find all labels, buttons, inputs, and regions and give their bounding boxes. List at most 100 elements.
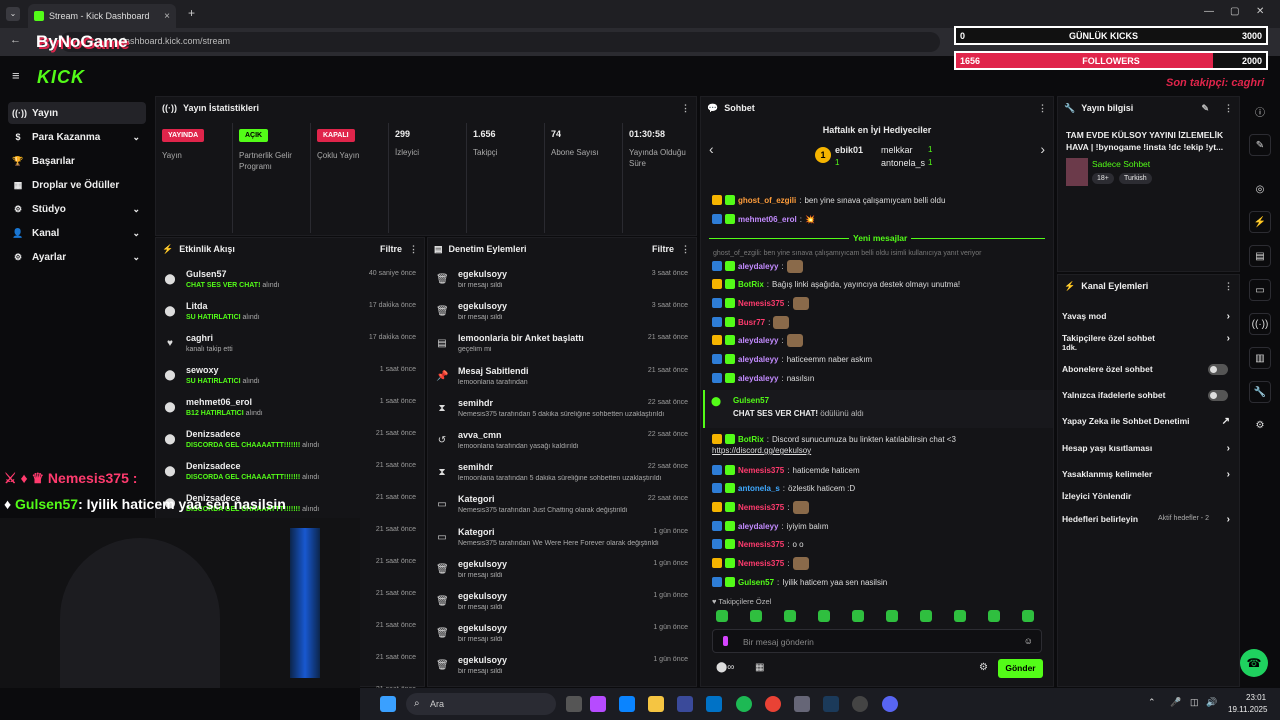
sidebar-item-studyo[interactable]: ⚙ Stüdyo ⌄ <box>8 198 146 220</box>
notes-icon[interactable]: ▤ <box>1249 245 1271 267</box>
points-icon[interactable]: ⬤∞ <box>716 662 734 673</box>
chat-username[interactable]: aleydaleyy <box>738 522 778 531</box>
discord-icon[interactable] <box>882 696 898 712</box>
emote-icon[interactable] <box>852 610 864 622</box>
steam-icon[interactable] <box>823 696 839 712</box>
emote-icon[interactable] <box>784 610 796 622</box>
clock-date[interactable]: 19.11.2025 <box>1228 705 1267 714</box>
send-button[interactable]: Gönder <box>998 659 1043 678</box>
channel-action-item[interactable]: Hesap yaşı kısıtlaması › <box>1062 443 1232 457</box>
channel-action-item[interactable]: Yapay Zeka ile Sohbet Denetimi ↗ <box>1062 416 1232 430</box>
sidebar-item-basarilar[interactable]: 🏆 Başarılar <box>8 150 146 172</box>
store-icon[interactable] <box>677 696 693 712</box>
chat-username[interactable]: BotRix <box>738 435 764 444</box>
chat-input[interactable]: Bir mesaj gönderin ☺ <box>712 629 1042 653</box>
chat-username[interactable]: aleydaleyy <box>738 374 778 383</box>
windows-start-icon[interactable] <box>380 696 396 712</box>
broadcast-icon[interactable]: ((·)) <box>1249 313 1271 335</box>
activity-user[interactable]: Denizsadece <box>186 461 241 471</box>
category-name[interactable]: Sadece Sohbet <box>1092 159 1150 169</box>
emote-icon[interactable] <box>716 610 728 622</box>
hamburger-menu-icon[interactable]: ≡ <box>12 68 20 83</box>
emoji-icon[interactable]: ☺ <box>1024 636 1033 646</box>
taskbar-search[interactable]: ⌕ Ara <box>406 693 556 715</box>
tray-arrow-icon[interactable]: ⌃ <box>1148 697 1156 708</box>
clock-time[interactable]: 23:01 <box>1246 693 1266 702</box>
channel-action-item[interactable]: İzleyici Yönlendir <box>1062 491 1232 505</box>
emote-icon[interactable] <box>920 610 932 622</box>
chat-icon[interactable]: ▭ <box>1249 279 1271 301</box>
more-options-icon[interactable]: ⋮ <box>681 244 690 255</box>
activity-user[interactable]: sewoxy <box>186 365 219 375</box>
chat-username[interactable]: aleydaleyy <box>738 336 778 345</box>
emote-icon[interactable] <box>750 610 762 622</box>
chat-username[interactable]: antonela_s <box>738 484 780 493</box>
tab-kick-dashboard[interactable]: Stream - Kick Dashboard × <box>28 4 176 28</box>
chevron-right-icon[interactable]: › <box>1040 141 1045 157</box>
network-icon[interactable]: ◫ <box>1190 697 1199 708</box>
more-options-icon[interactable]: ⋮ <box>1224 103 1233 114</box>
chat-username[interactable]: Busr77 <box>738 318 765 327</box>
chat-username[interactable]: BotRix <box>738 280 764 289</box>
tag-chip[interactable]: Turkish <box>1119 173 1152 184</box>
more-options-icon[interactable]: ⋮ <box>681 103 690 114</box>
sidebar-item-ayarlar[interactable]: ⚙ Ayarlar ⌄ <box>8 246 146 268</box>
lightning-icon[interactable]: ⚡ <box>1249 211 1271 233</box>
crosshair-icon[interactable]: ◎ <box>1249 178 1271 200</box>
maximize-icon[interactable]: ▢ <box>1230 6 1239 17</box>
emote-icon[interactable] <box>954 610 966 622</box>
chat-username[interactable]: ghost_of_ezgili <box>738 196 796 205</box>
new-tab-icon[interactable]: + <box>188 6 195 20</box>
chat-username[interactable]: Nemesis375 <box>738 559 784 568</box>
outlook-icon[interactable] <box>706 696 722 712</box>
sidebar-item-para-kazanma[interactable]: $ Para Kazanma ⌄ <box>8 126 146 148</box>
emote-icon[interactable] <box>988 610 1000 622</box>
emote-icon[interactable] <box>1022 610 1034 622</box>
url-field[interactable]: dashboard.kick.com/stream <box>60 32 940 52</box>
channel-action-item[interactable]: Yavaş mod › <box>1062 311 1232 325</box>
minimize-icon[interactable]: — <box>1204 6 1214 17</box>
chat-username[interactable]: aleydaleyy <box>738 262 778 271</box>
emote-icon[interactable] <box>886 610 898 622</box>
sidebar-item-droplar[interactable]: ▦ Droplar ve Ödüller <box>8 174 146 196</box>
toggle-switch[interactable] <box>1208 390 1228 401</box>
chat-username[interactable]: Gulsen57 <box>738 578 774 587</box>
wrench-icon[interactable]: 🔧 <box>1249 381 1271 403</box>
activity-user[interactable]: Gulsen57 <box>186 269 227 279</box>
chat-settings-icon[interactable]: ⚙ <box>979 662 988 673</box>
edit-icon[interactable]: ✎ <box>1249 134 1271 156</box>
obs-icon[interactable] <box>852 696 868 712</box>
filter-button[interactable]: Filtre <box>380 244 402 254</box>
close-window-icon[interactable]: ✕ <box>1256 6 1264 17</box>
activity-user[interactable]: caghri <box>186 333 213 343</box>
filter-button[interactable]: Filtre <box>652 244 674 254</box>
activity-user[interactable]: Denizsadece <box>186 429 241 439</box>
mic-icon[interactable]: 🎤 <box>1170 697 1181 708</box>
file-explorer-icon[interactable] <box>648 696 664 712</box>
channel-action-item[interactable]: Takipçilere özel sohbet 1dk. › <box>1062 333 1232 352</box>
edge-icon[interactable] <box>619 696 635 712</box>
store-icon[interactable]: ▦ <box>755 662 764 673</box>
gear-icon[interactable]: ⚙ <box>1249 414 1271 436</box>
chrome-icon[interactable] <box>765 696 781 712</box>
chat-username[interactable]: mehmet06_erol <box>738 215 797 224</box>
chevron-left-icon[interactable]: ‹ <box>709 141 714 157</box>
volume-icon[interactable]: 🔊 <box>1206 697 1217 708</box>
tag-chip[interactable]: 18+ <box>1092 173 1114 184</box>
help-chat-button[interactable]: ☎ <box>1240 649 1268 677</box>
channel-action-item[interactable]: Yasaklanmış kelimeler › <box>1062 469 1232 483</box>
sidebar-item-kanal[interactable]: 👤 Kanal ⌄ <box>8 222 146 244</box>
spotify-icon[interactable] <box>736 696 752 712</box>
app-icon[interactable] <box>794 696 810 712</box>
chat-username[interactable]: aleydaleyy <box>738 355 778 364</box>
task-view-icon[interactable] <box>566 696 582 712</box>
sidebar-item-yayin[interactable]: ((·)) Yayın <box>8 102 146 124</box>
more-options-icon[interactable]: ⋮ <box>1038 103 1047 114</box>
chat-username[interactable]: Nemesis375 <box>738 466 784 475</box>
back-icon[interactable]: ← <box>10 34 21 46</box>
channel-action-item[interactable]: Abonelere özel sohbet <box>1062 364 1232 378</box>
info-icon[interactable]: ⓘ <box>1249 100 1271 122</box>
channel-action-item[interactable]: Hedefleri belirleyin Aktif hedefler - 2 › <box>1062 514 1232 528</box>
activity-user[interactable]: mehmet06_erol <box>186 397 252 407</box>
emote-icon[interactable] <box>818 610 830 622</box>
